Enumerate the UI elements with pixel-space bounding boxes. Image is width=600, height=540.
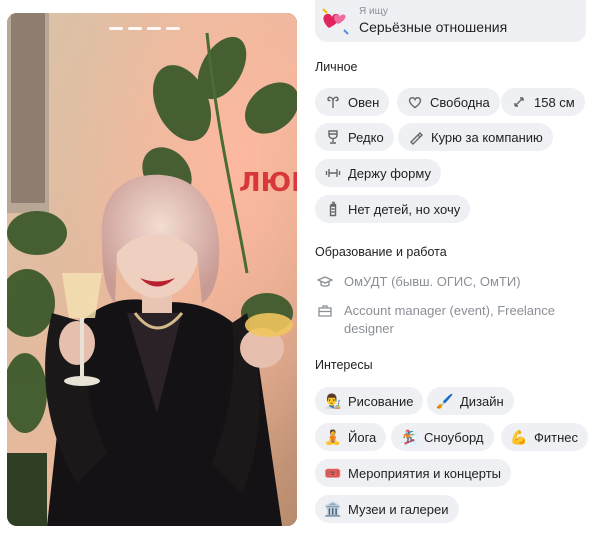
education-text: ОмУДТ (бывш. ОГИС, ОмТИ) [344, 274, 521, 289]
graduation-cap-icon [315, 273, 335, 291]
story-segment [166, 27, 180, 30]
looking-for-card: Я ищу Серьёзные отношения [315, 0, 586, 42]
briefcase-icon [315, 302, 335, 320]
chip-interest-yoga[interactable]: 🧘 Йога [315, 423, 387, 451]
chip-sport[interactable]: Держу форму [315, 159, 441, 187]
chip-label: Редко [348, 129, 384, 145]
chip-label: Овен [348, 94, 380, 110]
chip-label: Сноуборд [424, 429, 484, 445]
story-progress [109, 27, 180, 30]
chip-label: Держу форму [348, 165, 431, 181]
chip-label: Свободна [430, 94, 490, 110]
aries-icon [323, 92, 343, 112]
chip-label: Музеи и галереи [348, 501, 449, 517]
chip-alcohol[interactable]: Редко [315, 123, 394, 151]
artist-icon: 👨‍🎨 [324, 392, 342, 409]
baby-bottle-icon [323, 199, 343, 219]
hearts-icon [315, 0, 355, 42]
looking-for-label: Я ищу [359, 6, 388, 17]
chip-relationship[interactable]: Свободна [397, 88, 500, 116]
profile-info-panel: Я ищу Серьёзные отношения Личное Овен Св… [315, 0, 593, 540]
paintbrush-icon: 🖌️ [436, 392, 454, 409]
section-title-personal: Личное [315, 60, 358, 74]
story-segment [147, 27, 161, 30]
chip-interest-fitness[interactable]: 💪 Фитнес [501, 423, 589, 451]
chip-label: 158 см [534, 94, 575, 110]
chip-interest-drawing[interactable]: 👨‍🎨 Рисование [315, 387, 424, 415]
chip-interest-design[interactable]: 🖌️ Дизайн [427, 387, 514, 415]
story-segment [109, 27, 123, 30]
cigarette-icon [406, 127, 426, 147]
dumbbell-icon [323, 163, 343, 183]
chip-label: Фитнес [534, 429, 579, 445]
chip-smoking[interactable]: Курю за компанию [398, 123, 553, 151]
chip-interest-events[interactable]: 🎟️ Мероприятия и концерты [315, 459, 511, 487]
story-segment [128, 27, 142, 30]
profile-photo[interactable]: ЛЮБО [7, 13, 297, 526]
yoga-icon: 🧘 [324, 428, 342, 445]
chip-label: Рисование [348, 393, 414, 409]
chip-label: Дизайн [460, 393, 504, 409]
height-arrows-icon [509, 92, 529, 112]
snowboarder-icon: 🏂 [400, 428, 418, 445]
chip-label: Нет детей, но хочу [348, 201, 461, 217]
chip-height[interactable]: 158 см [501, 88, 585, 116]
section-title-interests: Интересы [315, 358, 373, 372]
section-title-education-work: Образование и работа [315, 245, 447, 259]
photo-illustration: ЛЮБО [7, 13, 297, 526]
chip-interest-snowboard[interactable]: 🏂 Сноуборд [391, 423, 494, 451]
chip-children[interactable]: Нет детей, но хочу [315, 195, 471, 223]
museum-icon: 🏛️ [324, 500, 342, 517]
work-row: Account manager (event), Freelance desig… [315, 302, 564, 338]
chip-label: Курю за компанию [431, 129, 543, 145]
chip-interest-museums[interactable]: 🏛️ Музеи и галереи [315, 495, 459, 523]
profile-view: ЛЮБО [0, 0, 600, 540]
wine-glass-icon [323, 127, 343, 147]
chip-zodiac[interactable]: Овен [315, 88, 390, 116]
work-text: Account manager (event), Freelance desig… [344, 303, 555, 336]
education-row: ОмУДТ (бывш. ОГИС, ОмТИ) [315, 273, 564, 291]
heart-outline-icon [405, 92, 425, 112]
neon-sign-text: ЛЮБО [239, 168, 297, 198]
ticket-icon: 🎟️ [324, 464, 342, 481]
chip-label: Мероприятия и концерты [348, 465, 501, 481]
chip-label: Йога [348, 429, 377, 445]
looking-for-value: Серьёзные отношения [359, 19, 508, 35]
flexed-biceps-icon: 💪 [510, 428, 528, 445]
